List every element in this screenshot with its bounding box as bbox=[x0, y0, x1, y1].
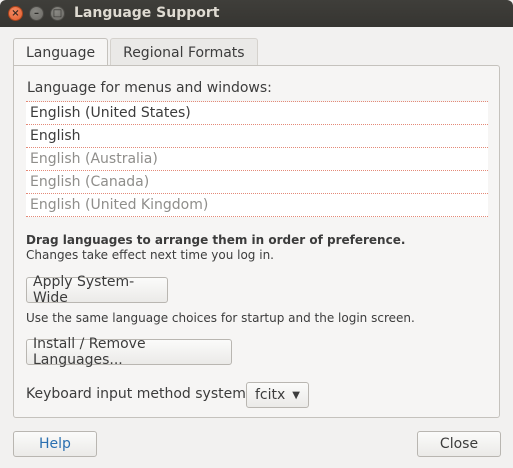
help-button[interactable]: Help bbox=[13, 431, 97, 457]
tab-bar: Language Regional Formats bbox=[13, 38, 260, 67]
keyboard-input-select[interactable]: fcitx ▼ bbox=[246, 382, 309, 408]
language-panel: Language for menus and windows: English … bbox=[13, 65, 500, 418]
language-item[interactable]: English bbox=[26, 124, 488, 148]
window-title: Language Support bbox=[74, 5, 220, 21]
close-button[interactable]: Close bbox=[417, 431, 501, 457]
window-minimize-button[interactable]: – bbox=[29, 6, 44, 21]
keyboard-input-label: Keyboard input method system: bbox=[26, 386, 251, 402]
login-hint: Changes take effect next time you log in… bbox=[26, 248, 274, 262]
language-item[interactable]: English (Canada) bbox=[26, 170, 488, 194]
language-item[interactable]: English (Australia) bbox=[26, 147, 488, 171]
chevron-down-icon: ▼ bbox=[292, 389, 300, 401]
install-remove-languages-button[interactable]: Install / Remove Languages... bbox=[26, 336, 232, 368]
window-close-button[interactable]: × bbox=[8, 6, 23, 21]
title-bar: × – □ Language Support bbox=[0, 0, 513, 27]
apply-system-wide-button[interactable]: Apply System-Wide bbox=[26, 274, 168, 306]
language-item[interactable]: English (United Kingdom) bbox=[26, 193, 488, 217]
window-maximize-button[interactable]: □ bbox=[50, 6, 65, 21]
apply-hint: Use the same language choices for startu… bbox=[26, 311, 415, 325]
tab-regional-formats[interactable]: Regional Formats bbox=[110, 38, 258, 66]
keyboard-input-value: fcitx bbox=[255, 387, 286, 403]
language-list[interactable]: English (United States) English English … bbox=[26, 101, 488, 217]
language-list-heading: Language for menus and windows: bbox=[27, 80, 272, 96]
drag-hint: Drag languages to arrange them in order … bbox=[26, 233, 406, 247]
tab-language[interactable]: Language bbox=[13, 38, 109, 67]
language-item[interactable]: English (United States) bbox=[26, 101, 488, 125]
